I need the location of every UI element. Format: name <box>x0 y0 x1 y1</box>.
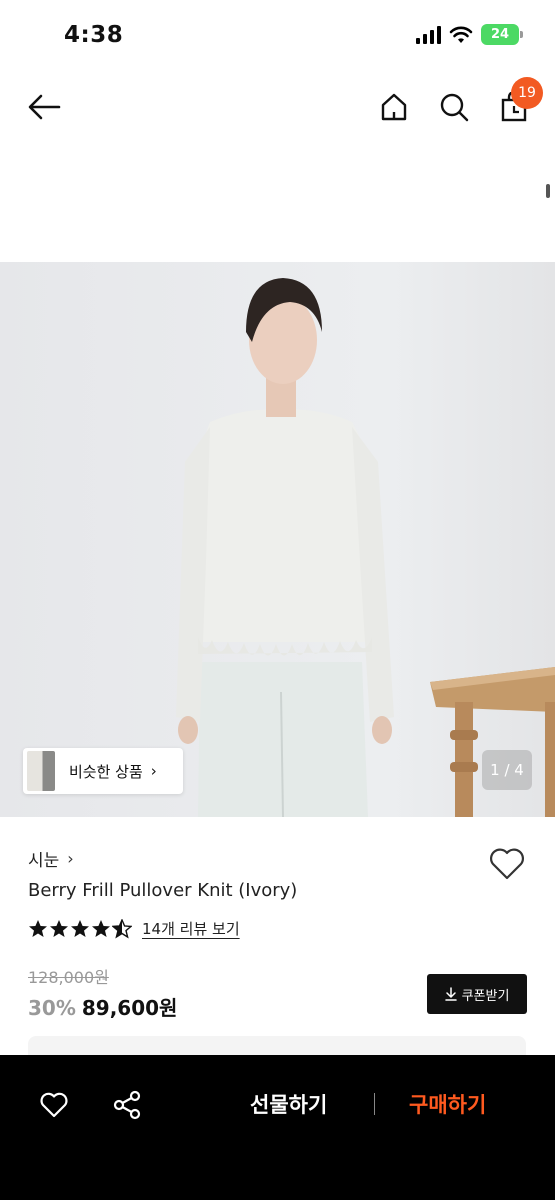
chevron-right-icon: › <box>67 849 74 868</box>
status-time: 4:38 <box>64 22 124 48</box>
battery-level: 24 <box>490 27 510 42</box>
heart-outline-icon <box>490 848 524 880</box>
top-navigation <box>0 75 555 145</box>
share-button[interactable] <box>109 1087 145 1123</box>
sale-price: 89,600원 <box>81 996 178 1020</box>
product-image[interactable] <box>0 262 555 817</box>
similar-products-button[interactable]: 비슷한 상품 › <box>23 748 183 794</box>
search-button[interactable] <box>434 87 474 127</box>
coupon-label: 쿠폰받기 <box>461 988 510 1004</box>
original-price: 128,000원 <box>28 968 109 987</box>
home-button[interactable] <box>374 87 414 127</box>
star-icon <box>92 919 110 937</box>
status-icons: 24 <box>416 24 523 45</box>
rating-row: 14개 리뷰 보기 <box>28 918 240 939</box>
heart-outline-icon <box>40 1092 68 1118</box>
discount-rate: 30% <box>28 996 76 1020</box>
arrow-left-icon <box>28 94 61 120</box>
brand-name: 시눈 <box>28 851 60 871</box>
product-photo <box>0 262 555 817</box>
similar-products-label: 비슷한 상품 <box>69 762 143 781</box>
divider <box>374 1093 375 1115</box>
star-icon <box>71 919 89 937</box>
buy-button[interactable]: 구매하기 <box>409 1089 486 1119</box>
half-star-icon <box>112 918 132 939</box>
brand-link[interactable]: 시눈 › <box>28 846 74 871</box>
cart-count-badge: 19 <box>511 77 543 109</box>
wifi-icon <box>449 26 473 43</box>
scroll-indicator <box>546 184 550 198</box>
product-title: Berry Frill Pullover Knit (Ivory) <box>28 880 298 901</box>
battery-icon: 24 <box>481 24 523 45</box>
like-button[interactable] <box>36 1087 72 1123</box>
coupon-download-button[interactable]: 쿠폰받기 <box>427 974 527 1014</box>
star-icon <box>29 919 47 937</box>
price-row: 30% 89,600원 <box>28 992 177 1021</box>
search-icon <box>440 93 469 122</box>
similar-products-thumbnail <box>27 751 55 791</box>
share-icon <box>113 1090 141 1120</box>
cellular-signal-icon <box>416 25 441 44</box>
wishlist-button[interactable] <box>487 844 527 884</box>
review-link[interactable]: 14개 리뷰 보기 <box>142 918 240 939</box>
image-page-indicator: 1 / 4 <box>482 750 532 790</box>
star-rating <box>28 918 132 939</box>
home-icon <box>381 93 407 121</box>
back-button[interactable] <box>24 87 64 127</box>
star-icon <box>50 919 68 937</box>
chevron-right-icon: › <box>150 762 157 780</box>
bottom-action-bar: 선물하기 구매하기 <box>0 1055 555 1200</box>
status-bar: 4:38 24 <box>0 0 555 70</box>
gift-button[interactable]: 선물하기 <box>250 1089 327 1119</box>
download-icon <box>444 987 457 1001</box>
